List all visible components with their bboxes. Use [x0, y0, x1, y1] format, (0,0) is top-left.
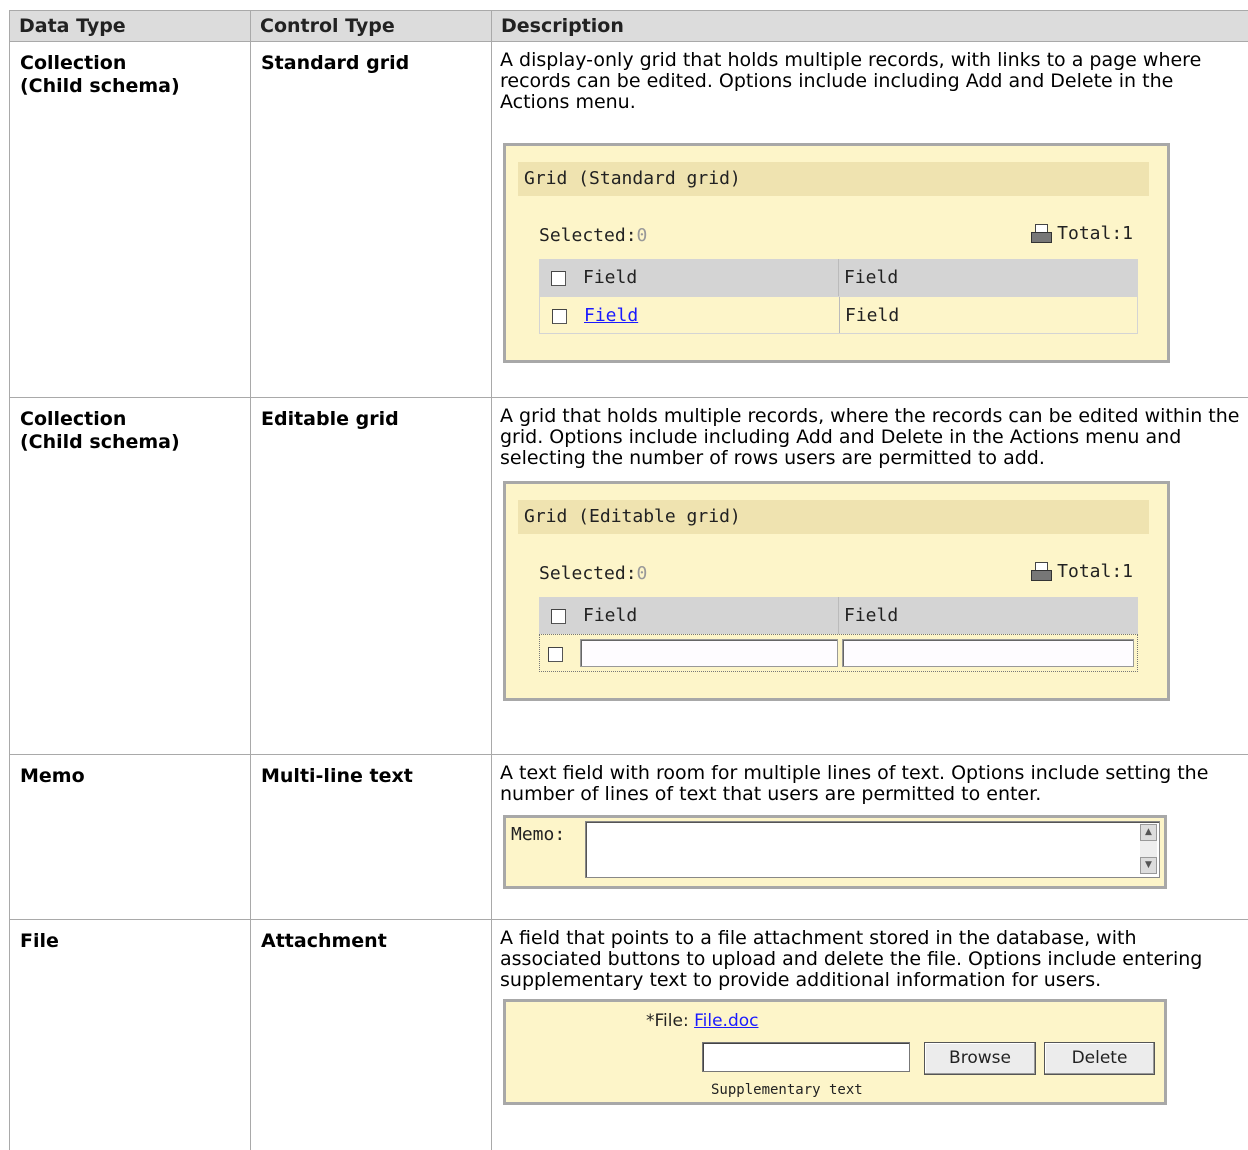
description-cell: A grid that holds multiple records, wher…	[492, 398, 1248, 755]
select-all-checkbox[interactable]	[551, 609, 566, 624]
table-row: Memo Multi-line text A text field with r…	[10, 755, 1248, 920]
grid-header: Field Field	[539, 597, 1138, 634]
description-cell: A display-only grid that holds multiple …	[492, 42, 1248, 398]
data-type-cell: File	[10, 920, 251, 1150]
file-path-input[interactable]	[702, 1042, 910, 1072]
grid-header: Field Field	[539, 259, 1138, 296]
table-row: Collection (Child schema) Standard grid …	[10, 42, 1248, 398]
supplementary-text: Supplementary text	[711, 1080, 863, 1101]
file-label: *File: File.doc	[646, 1011, 758, 1032]
description-text: A field that points to a file attachment…	[500, 928, 1243, 991]
column-header: Field	[583, 605, 637, 626]
scrollbar[interactable]: ▲ ▼	[1140, 824, 1157, 874]
file-link[interactable]: File.doc	[694, 1011, 758, 1031]
field-input[interactable]	[842, 639, 1134, 667]
data-type-cell: Collection (Child schema)	[10, 42, 251, 398]
table-row: Collection (Child schema) Editable grid …	[10, 398, 1248, 755]
selected-count: Selected:0	[539, 563, 647, 584]
browse-button[interactable]: Browse	[924, 1042, 1036, 1075]
printer-icon[interactable]	[1031, 562, 1051, 582]
row-checkbox[interactable]	[548, 647, 563, 662]
attachment-mockup: *File: File.doc Browse Delete Supplement…	[503, 999, 1167, 1105]
description-text: A grid that holds multiple records, wher…	[500, 406, 1243, 469]
memo-mockup: Memo: ▲ ▼	[503, 815, 1167, 889]
control-type-cell: Standard grid	[251, 42, 492, 398]
editable-row	[539, 634, 1138, 672]
header-row: Data Type Control Type Description	[10, 11, 1248, 42]
column-header: Field	[844, 605, 898, 626]
header-data-type: Data Type	[10, 11, 251, 42]
control-type-cell: Multi-line text	[251, 755, 492, 920]
grid-cell: Field	[845, 305, 899, 326]
grid-title: Grid (Standard grid)	[518, 162, 1149, 196]
editable-grid-mockup: Grid (Editable grid) Selected:0 Total:1 …	[503, 481, 1170, 701]
delete-button[interactable]: Delete	[1044, 1042, 1155, 1075]
record-link[interactable]: Field	[584, 305, 638, 326]
table-row: File Attachment A field that points to a…	[10, 920, 1248, 1150]
data-type-cell: Collection (Child schema)	[10, 398, 251, 755]
description-text: A text field with room for multiple line…	[500, 763, 1243, 805]
description-text: A display-only grid that holds multiple …	[500, 50, 1243, 113]
select-all-checkbox[interactable]	[551, 271, 566, 286]
data-type-cell: Memo	[10, 755, 251, 920]
scroll-up-icon[interactable]: ▲	[1140, 824, 1157, 841]
memo-textarea[interactable]: ▲ ▼	[585, 821, 1160, 878]
memo-label: Memo:	[511, 824, 565, 845]
column-header: Field	[844, 267, 898, 288]
description-cell: A field that points to a file attachment…	[492, 920, 1248, 1150]
selected-count: Selected:0	[539, 225, 647, 246]
total-count: Total:1	[1031, 561, 1133, 582]
printer-icon[interactable]	[1031, 224, 1051, 244]
grid-row: Field Field	[539, 296, 1138, 334]
row-checkbox[interactable]	[552, 309, 567, 324]
total-count: Total:1	[1031, 223, 1133, 244]
scroll-down-icon[interactable]: ▼	[1140, 857, 1157, 874]
field-input[interactable]	[580, 639, 838, 667]
control-type-cell: Editable grid	[251, 398, 492, 755]
description-cell: A text field with room for multiple line…	[492, 755, 1248, 920]
grid-title: Grid (Editable grid)	[518, 500, 1149, 534]
standard-grid-mockup: Grid (Standard grid) Selected:0 Total:1 …	[503, 143, 1170, 363]
column-header: Field	[583, 267, 637, 288]
header-control-type: Control Type	[251, 11, 492, 42]
controls-table: Data Type Control Type Description Colle…	[9, 10, 1248, 1150]
control-type-cell: Attachment	[251, 920, 492, 1150]
header-description: Description	[492, 11, 1248, 42]
